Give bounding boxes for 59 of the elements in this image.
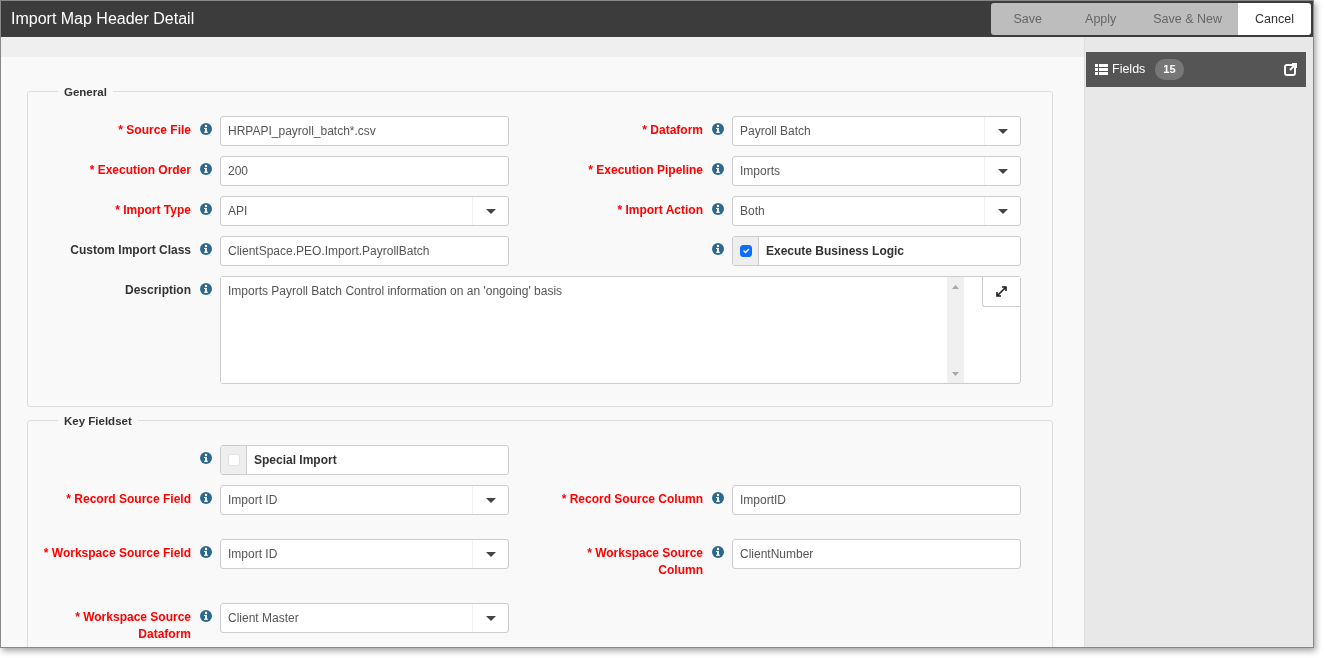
caret-icon <box>485 615 496 621</box>
description-field[interactable]: Imports Payroll Batch Control information on an 'ongoing' basis <box>220 276 1021 384</box>
text-field[interactable]: ClientNumber <box>732 539 1021 569</box>
dropdown[interactable]: Both <box>732 196 1021 226</box>
caret-icon <box>997 168 1008 174</box>
count-badge: 15 <box>1155 59 1184 80</box>
info-icon[interactable] <box>711 123 724 135</box>
info-icon[interactable] <box>711 546 724 558</box>
info-icon[interactable] <box>199 243 212 255</box>
caret-icon <box>485 208 496 214</box>
info-icon[interactable] <box>199 492 212 504</box>
field-label: * Workspace Source Column <box>586 545 703 579</box>
list-icon <box>1095 64 1108 75</box>
field-label: * Import Action <box>616 202 703 219</box>
dropdown[interactable]: API <box>220 196 509 226</box>
field-label: * Record Source Field <box>65 491 191 508</box>
info-icon[interactable] <box>199 123 212 135</box>
checkbox[interactable] <box>739 245 752 257</box>
info-icon[interactable] <box>199 283 212 295</box>
caret-icon <box>997 208 1008 214</box>
field-label: * Workspace Source Dataform <box>74 609 191 643</box>
dropdown[interactable]: Client Master <box>220 603 509 633</box>
text-field[interactable]: ImportID <box>732 485 1021 515</box>
external-link-icon[interactable] <box>1284 63 1297 76</box>
field-label: * Record Source Column <box>560 491 703 508</box>
field-label: * Dataform <box>641 122 703 139</box>
field-label: * Source File <box>117 122 191 139</box>
info-icon[interactable] <box>199 546 212 558</box>
info-icon[interactable] <box>711 203 724 215</box>
field-label: * Execution Pipeline <box>587 162 703 179</box>
caret-icon <box>485 497 496 503</box>
panel-title: Fields <box>1112 61 1146 79</box>
field-label: Description <box>124 282 191 299</box>
dropdown[interactable]: Payroll Batch <box>732 116 1021 146</box>
info-icon[interactable] <box>711 492 724 504</box>
checkbox-label: Special Import <box>253 452 337 469</box>
info-icon[interactable] <box>711 243 724 255</box>
dropdown[interactable]: Import ID <box>220 539 509 569</box>
info-icon[interactable] <box>199 610 212 622</box>
field-label: * Import Type <box>114 202 191 219</box>
info-icon[interactable] <box>199 452 212 464</box>
caret-icon <box>485 551 496 557</box>
toolbar-button[interactable]: Cancel <box>1238 3 1311 35</box>
text-field[interactable]: 200 <box>220 156 509 186</box>
window-title: Import Map Header Detail <box>11 9 195 29</box>
field-label: Custom Import Class <box>69 242 191 259</box>
info-icon[interactable] <box>199 163 212 175</box>
expand-icon <box>996 286 1007 297</box>
field-label: * Execution Order <box>88 162 191 179</box>
text-field[interactable]: HRPAPI_payroll_batch*.csv <box>220 116 509 146</box>
field-label: * Workspace Source Field <box>42 545 191 562</box>
info-icon[interactable] <box>199 203 212 215</box>
info-icon[interactable] <box>711 163 724 175</box>
checkbox-label: Execute Business Logic <box>765 243 905 260</box>
dropdown[interactable]: Import ID <box>220 485 509 515</box>
dropdown[interactable]: Imports <box>732 156 1021 186</box>
expand-button[interactable] <box>982 277 1020 307</box>
text-field[interactable]: ClientSpace.PEO.Import.PayrollBatch <box>220 236 509 266</box>
caret-icon <box>997 128 1008 134</box>
